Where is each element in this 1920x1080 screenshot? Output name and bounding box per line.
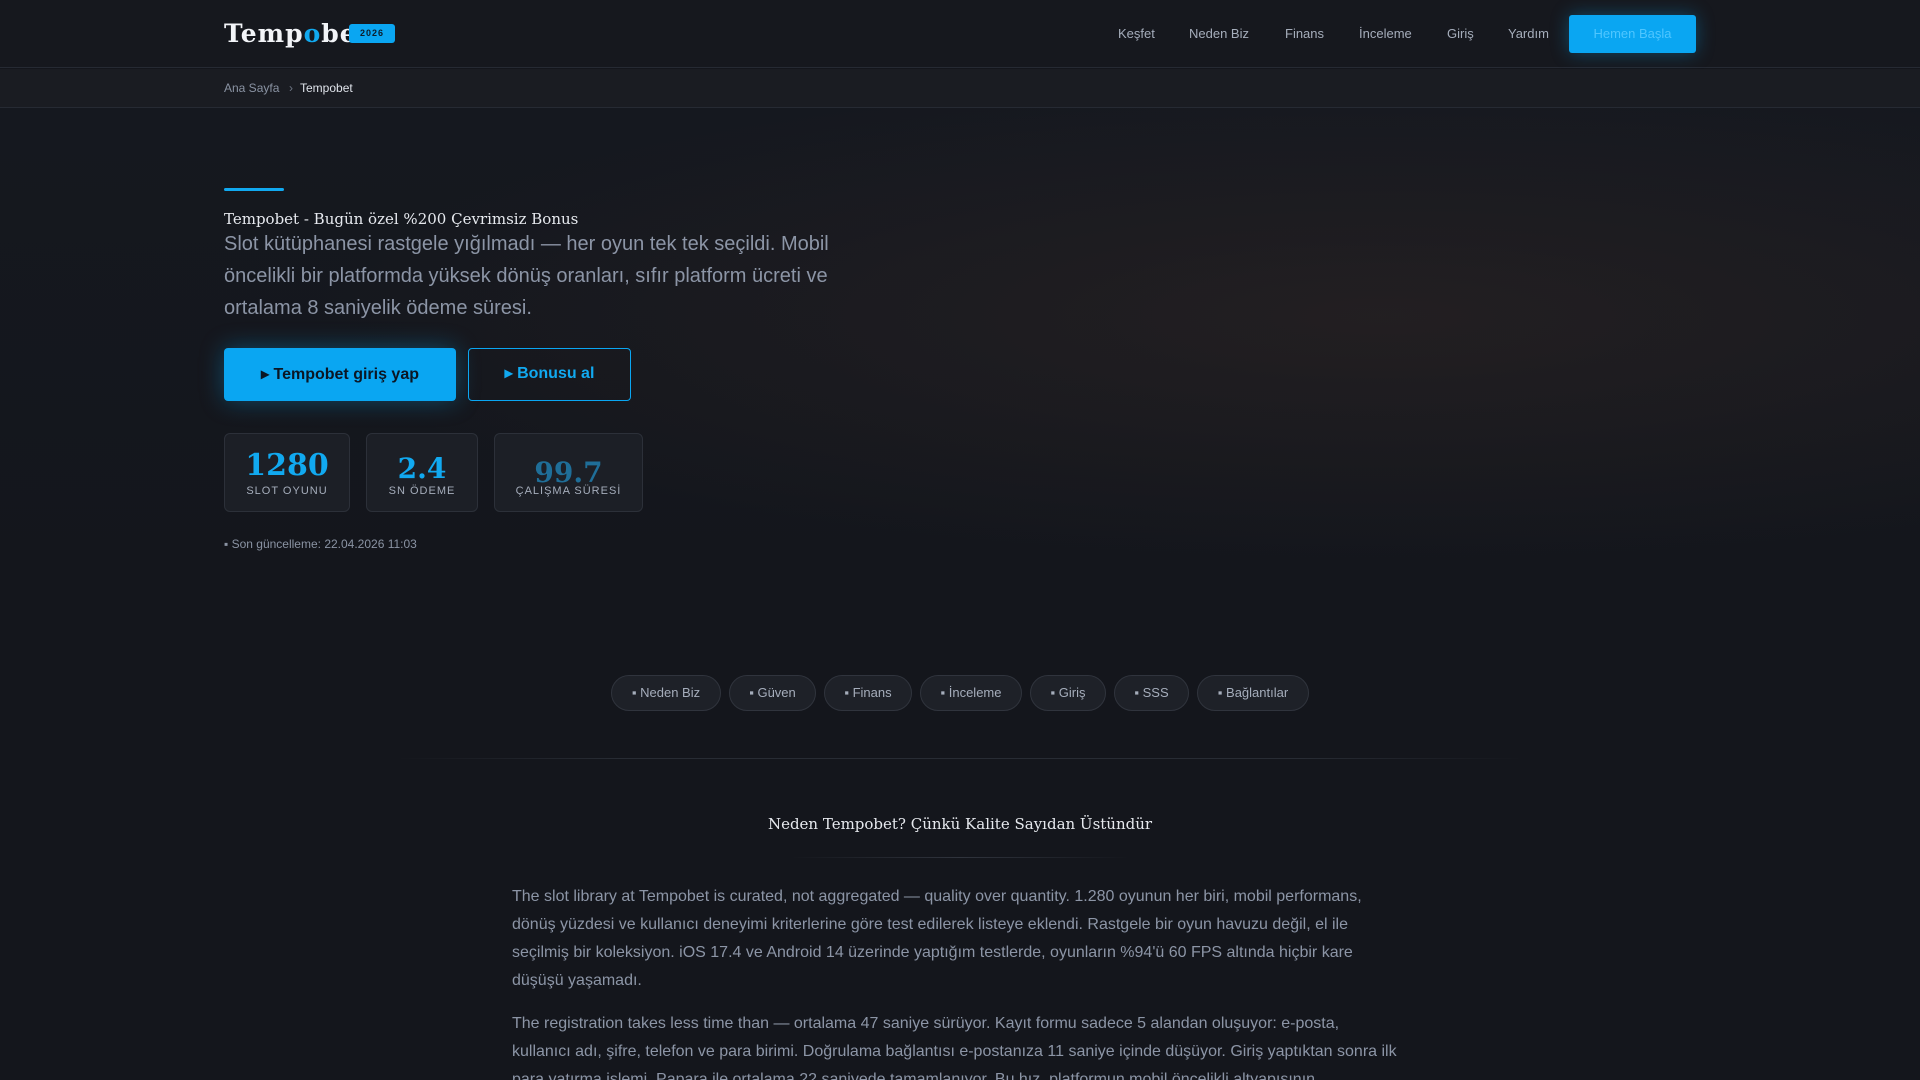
brand-logo[interactable]: Tempobet bbox=[224, 18, 369, 50]
year-badge: 2026 bbox=[349, 24, 395, 43]
hero-accent-line bbox=[224, 188, 284, 191]
stat-card-payout: 2.4 SN ÖDEME bbox=[366, 433, 478, 512]
hero-title: Tempobet - Bugün özel %200 Çevrimsiz Bon… bbox=[224, 210, 579, 228]
nav-link-finans[interactable]: Finans bbox=[1285, 25, 1324, 43]
section-title: Neden Tempobet? Çünkü Kalite Sayıdan Üst… bbox=[767, 815, 1153, 833]
login-icon: ▸ bbox=[261, 366, 274, 383]
section-nav-guven[interactable]: ▪ Güven bbox=[729, 675, 816, 711]
stat-card-uptime: 99.7 ÇALIŞMA SÜRESİ bbox=[494, 433, 643, 512]
stat-label: ÇALIŞMA SÜRESİ bbox=[515, 485, 622, 497]
section-nav-finans[interactable]: ▪ Finans bbox=[824, 675, 912, 711]
section-divider bbox=[395, 758, 1525, 759]
section-nav-giris[interactable]: ▪ Giriş bbox=[1030, 675, 1106, 711]
breadcrumb-separator: › bbox=[289, 81, 293, 95]
question-icon: ▪ bbox=[1134, 685, 1143, 700]
stat-value: 1280 bbox=[245, 448, 329, 483]
section-nav-sss[interactable]: ▪ SSS bbox=[1114, 675, 1189, 711]
breadcrumb: Ana Sayfa › Tempobet bbox=[0, 69, 1920, 108]
hero-subtitle: Slot kütüphanesi rastgele yığılmadı — he… bbox=[224, 233, 829, 319]
nav-link-yardim[interactable]: Yardım bbox=[1508, 25, 1549, 43]
section-nav-inceleme[interactable]: ▪ İnceleme bbox=[920, 675, 1022, 711]
section-paragraph: The slot library at Tempobet is curated,… bbox=[512, 888, 1362, 989]
star-icon: ▪ bbox=[631, 685, 641, 700]
section-nav-baglantilar[interactable]: ▪ Bağlantılar bbox=[1197, 675, 1309, 711]
login-icon: ▪ bbox=[1050, 685, 1059, 700]
bonus-button[interactable]: ▸ Bonusu al bbox=[468, 348, 631, 401]
wallet-icon: ▪ bbox=[844, 685, 853, 700]
last-updated: ▪ Son güncelleme: 22.04.2026 11:03 bbox=[224, 537, 417, 551]
magnifier-icon: ▪ bbox=[940, 685, 949, 700]
stat-label: SLOT OYUNU bbox=[246, 485, 328, 497]
breadcrumb-current: Tempobet bbox=[300, 81, 353, 95]
get-started-button[interactable]: Hemen Başla bbox=[1569, 15, 1696, 53]
nav-link-inceleme[interactable]: İnceleme bbox=[1359, 25, 1412, 43]
breadcrumb-home-link[interactable]: Ana Sayfa bbox=[224, 81, 279, 95]
nav-link-neden-biz[interactable]: Neden Biz bbox=[1189, 25, 1249, 43]
section-title-underline bbox=[790, 857, 1130, 858]
stat-value: 2.4 bbox=[397, 452, 447, 485]
nav-link-giris[interactable]: Giriş bbox=[1447, 25, 1474, 43]
clock-icon: ▪ bbox=[224, 537, 232, 551]
stat-label: SN ÖDEME bbox=[388, 485, 456, 497]
login-button[interactable]: ▸ Tempobet giriş yap bbox=[224, 348, 456, 401]
gift-icon: ▸ bbox=[504, 365, 518, 382]
link-icon: ▪ bbox=[1217, 685, 1227, 700]
nav-link-kesfet[interactable]: Keşfet bbox=[1118, 25, 1155, 43]
section-paragraph: The registration takes less time than — … bbox=[512, 1015, 1397, 1080]
top-navbar: Tempobet 2026 Keşfet Neden Biz Finans İn… bbox=[0, 0, 1920, 68]
section-nav-neden-biz[interactable]: ▪ Neden Biz bbox=[611, 675, 721, 711]
stat-card-slots: 1280 SLOT OYUNU bbox=[224, 433, 350, 512]
